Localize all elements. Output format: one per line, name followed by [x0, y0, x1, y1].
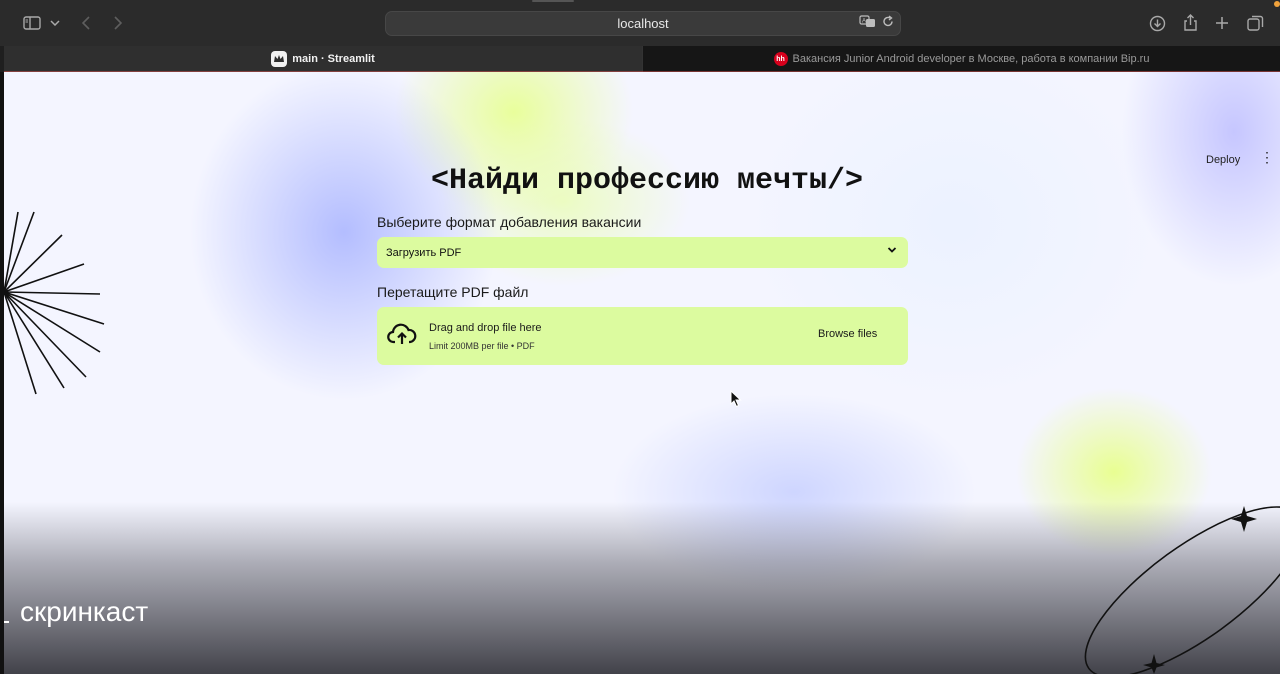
orbit-decoration [1084, 506, 1280, 674]
format-select[interactable]: Загрузить PDF [377, 237, 908, 268]
tab-label: main · Streamlit [292, 53, 375, 65]
cloud-upload-icon [387, 322, 417, 353]
browser-window: localhost A main · Streamlit hh Вакансия… [0, 0, 1280, 674]
dropzone-title: Drag and drop file here [429, 322, 542, 334]
tab-streamlit[interactable]: main · Streamlit [4, 46, 642, 72]
streamlit-page: Deploy ⋮ <Найди профессию мечты/> Выбери… [4, 72, 1280, 674]
tab-overview-icon[interactable] [1245, 11, 1265, 35]
file-dropzone[interactable]: Drag and drop file here Limit 200MB per … [377, 307, 908, 365]
url-text: localhost [617, 16, 669, 31]
share-icon[interactable] [1180, 11, 1200, 35]
recording-indicator [1274, 1, 1280, 7]
screencast-watermark: скринкаст [20, 596, 149, 627]
dropzone-limit: Limit 200MB per file • PDF [429, 341, 535, 351]
streamlit-crown-icon [271, 51, 288, 67]
forward-icon[interactable] [110, 11, 126, 35]
window-notch [532, 0, 574, 2]
watermark-mark [4, 621, 9, 623]
translate-icon[interactable]: A [859, 15, 876, 31]
chevron-down-icon[interactable] [48, 11, 62, 35]
upload-label: Перетащите PDF файл [377, 284, 529, 300]
format-select-value: Загрузить PDF [386, 246, 462, 259]
more-menu-icon[interactable]: ⋮ [1260, 150, 1274, 164]
download-icon[interactable] [1147, 11, 1167, 35]
deploy-button[interactable]: Deploy [1206, 154, 1240, 166]
tab-hh-vacancy[interactable]: hh Вакансия Junior Android developer в М… [642, 46, 1280, 72]
format-select-label: Выберите формат добавления вакансии [377, 214, 642, 230]
browser-toolbar: localhost A [0, 0, 1280, 46]
page-title: <Найди профессию мечты/> [430, 164, 864, 198]
chevron-down-icon [886, 244, 898, 259]
starburst-decoration [4, 211, 105, 395]
reload-icon[interactable] [882, 15, 894, 31]
tab-strip: main · Streamlit hh Вакансия Junior Andr… [0, 46, 1280, 72]
back-icon[interactable] [78, 11, 94, 35]
tab-label: Вакансия Junior Android developer в Моск… [792, 53, 1150, 65]
new-tab-icon[interactable] [1212, 11, 1232, 35]
svg-text:A: A [862, 19, 866, 25]
sidebar-toggle-icon[interactable] [22, 11, 42, 35]
address-bar[interactable]: localhost A [385, 11, 901, 36]
mouse-cursor-icon [730, 390, 742, 408]
hh-icon: hh [773, 52, 788, 66]
browse-files-button[interactable]: Browse files [818, 328, 877, 340]
